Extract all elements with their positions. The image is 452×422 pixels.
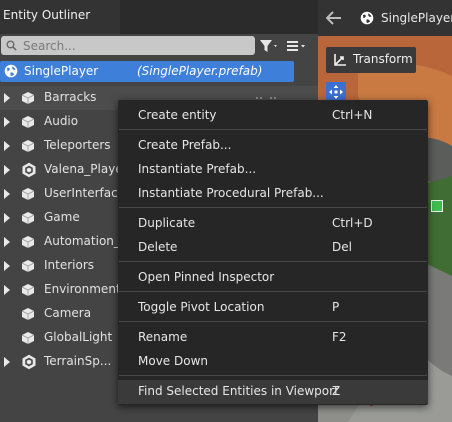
expand-arrow-icon[interactable] bbox=[4, 357, 10, 367]
root-entity-label: SinglePlayer bbox=[24, 64, 99, 78]
cube-icon bbox=[21, 332, 35, 344]
menu-item-shortcut: Z bbox=[332, 384, 341, 398]
entity-label: Environment bbox=[44, 282, 121, 296]
cube-icon bbox=[21, 212, 35, 224]
move-tool-button[interactable] bbox=[326, 82, 346, 102]
cube-icon bbox=[21, 116, 35, 128]
expand-arrow-icon[interactable] bbox=[4, 261, 10, 271]
menu-item[interactable]: Instantiate Procedural Prefab... bbox=[118, 182, 428, 206]
tab-entity-outliner[interactable]: Entity Outliner bbox=[0, 0, 120, 34]
entity-label: Automation_T bbox=[44, 234, 128, 248]
menu-item[interactable]: Rename F2 bbox=[118, 326, 428, 350]
menu-item[interactable]: Create entity Ctrl+N bbox=[118, 104, 428, 128]
menu-item[interactable]: Open Pinned Inspector bbox=[118, 266, 428, 290]
back-arrow-icon[interactable] bbox=[326, 11, 342, 25]
menu-item-label: Find Selected Entities in Viewport bbox=[138, 384, 339, 398]
prefab-hex-icon bbox=[22, 162, 36, 178]
entity-label: Audio bbox=[44, 114, 79, 128]
expand-arrow-icon[interactable] bbox=[4, 237, 10, 247]
menu-item-label: Open Pinned Inspector bbox=[138, 270, 275, 284]
viewport-header: SinglePlayer... bbox=[318, 0, 452, 36]
entity-label: UserInterface bbox=[44, 186, 126, 200]
prefab-hex-icon bbox=[22, 354, 36, 370]
move-icon bbox=[329, 85, 343, 99]
expand-arrow-icon[interactable] bbox=[4, 93, 10, 103]
entity-label: Barracks bbox=[44, 90, 97, 104]
menu-separator bbox=[119, 375, 427, 376]
menu-item[interactable]: Instantiate Prefab... bbox=[118, 158, 428, 182]
transform-icon bbox=[334, 54, 346, 66]
menu-item-label: Toggle Pivot Location bbox=[138, 300, 265, 314]
menu-item-shortcut: Ctrl+D bbox=[332, 216, 373, 230]
expand-arrow-icon[interactable] bbox=[4, 165, 10, 175]
menu-item-label: Rename bbox=[138, 330, 188, 344]
expand-arrow-icon[interactable] bbox=[4, 213, 10, 223]
entity-marker-icon[interactable] bbox=[431, 200, 443, 212]
expand-arrow-icon[interactable] bbox=[4, 189, 10, 199]
cube-icon bbox=[21, 92, 35, 104]
entity-label: Teleporters bbox=[44, 138, 111, 152]
viewport-title: SinglePlayer... bbox=[381, 11, 452, 25]
menu-separator bbox=[119, 207, 427, 208]
cube-icon bbox=[21, 260, 35, 272]
cube-icon bbox=[21, 188, 35, 200]
expand-arrow-icon[interactable] bbox=[4, 141, 10, 151]
cube-icon bbox=[21, 308, 35, 320]
menu-item[interactable]: Create Prefab... bbox=[118, 134, 428, 158]
entity-label: Game bbox=[44, 210, 80, 224]
menu-item-label: Instantiate Prefab... bbox=[138, 162, 257, 176]
transform-button[interactable]: Transform bbox=[326, 47, 416, 73]
entity-label: Camera bbox=[44, 306, 92, 320]
menu-item[interactable]: Move Down bbox=[118, 350, 428, 374]
search-icon bbox=[6, 40, 17, 51]
outliner-root-row[interactable]: SinglePlayer (SinglePlayer.prefab) bbox=[0, 61, 294, 82]
menu-separator bbox=[119, 321, 427, 322]
expand-arrow-icon[interactable] bbox=[4, 117, 10, 127]
entity-label: GlobalLight bbox=[44, 330, 113, 344]
menu-item-label: Create Prefab... bbox=[138, 138, 232, 152]
menu-item-shortcut: Ctrl+N bbox=[332, 108, 373, 122]
transform-label: Transform bbox=[353, 52, 413, 66]
menu-item[interactable]: Toggle Pivot Location P bbox=[118, 296, 428, 320]
menu-item[interactable]: Duplicate Ctrl+D bbox=[118, 212, 428, 236]
globe-icon bbox=[4, 64, 18, 78]
entity-label: Valena_Playe bbox=[44, 162, 123, 176]
tab-label: Entity Outliner bbox=[3, 8, 91, 22]
menu-item-shortcut: Del bbox=[332, 240, 352, 254]
menu-item[interactable]: Find Selected Entities in Viewport Z bbox=[118, 380, 428, 404]
cube-icon bbox=[21, 284, 35, 296]
entity-label: TerrainSp... bbox=[44, 354, 112, 368]
cube-icon bbox=[21, 236, 35, 248]
menu-item[interactable]: Delete Del bbox=[118, 236, 428, 260]
menu-separator bbox=[119, 129, 427, 130]
search-box[interactable] bbox=[1, 36, 255, 55]
menu-item-shortcut: P bbox=[332, 300, 340, 314]
menu-item-label: Instantiate Procedural Prefab... bbox=[138, 186, 324, 200]
menu-item-label: Move Down bbox=[138, 354, 208, 368]
root-prefab-label: (SinglePlayer.prefab) bbox=[137, 64, 263, 78]
menu-item-shortcut: F2 bbox=[332, 330, 347, 344]
expand-arrow-icon[interactable] bbox=[4, 285, 10, 295]
menu-separator bbox=[119, 291, 427, 292]
cube-icon bbox=[21, 140, 35, 152]
menu-icon[interactable] bbox=[285, 37, 309, 55]
menu-item-label: Delete bbox=[138, 240, 178, 254]
menu-item-label: Duplicate bbox=[138, 216, 196, 230]
menu-separator bbox=[119, 261, 427, 262]
context-menu: Create entity Ctrl+N Create Prefab... Insta… bbox=[118, 100, 428, 405]
globe-icon bbox=[360, 11, 374, 25]
filter-icon[interactable] bbox=[258, 37, 280, 55]
search-input[interactable] bbox=[23, 37, 248, 54]
menu-item-label: Create entity bbox=[138, 108, 217, 122]
entity-label: Interiors bbox=[44, 258, 95, 272]
outliner-header-bar bbox=[120, 0, 318, 34]
